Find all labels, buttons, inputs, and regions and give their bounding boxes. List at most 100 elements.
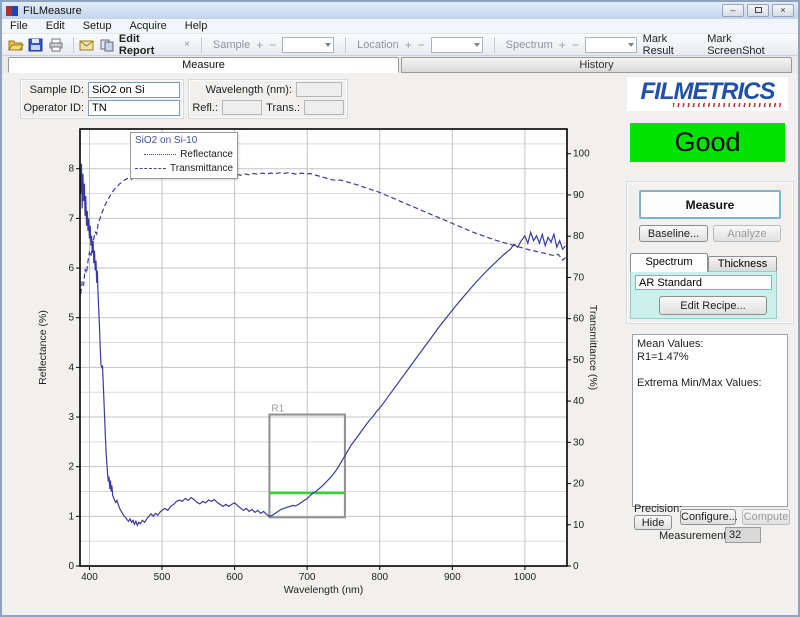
tab-spectrum[interactable]: Spectrum bbox=[630, 253, 708, 272]
compute-button[interactable]: Compute bbox=[742, 509, 790, 525]
measure-button[interactable]: Measure bbox=[639, 190, 781, 219]
results-panel: Mean Values: R1=1.47% Extrema Min/Max Va… bbox=[632, 334, 788, 507]
measurement-number-value: 32 bbox=[725, 527, 761, 543]
baseline-button[interactable]: Baseline... bbox=[639, 225, 708, 242]
y-right-tick-label: 30 bbox=[573, 437, 585, 448]
spectrum-chart: R101234567801020304050607080901004005006… bbox=[2, 73, 612, 617]
minimize-button[interactable]: – bbox=[722, 4, 744, 17]
y-right-tick-label: 40 bbox=[573, 396, 585, 407]
x-axis-title: Wavelength (nm) bbox=[284, 584, 364, 596]
y-right-tick-label: 60 bbox=[573, 314, 585, 325]
logo-text: FILMETRICS bbox=[641, 81, 775, 103]
y-left-tick-label: 5 bbox=[68, 313, 74, 324]
hide-button[interactable]: Hide bbox=[634, 515, 672, 530]
spectrum-remove-button[interactable]: − bbox=[572, 38, 579, 52]
open-file-icon[interactable] bbox=[8, 38, 24, 52]
chevron-down-icon bbox=[628, 43, 634, 47]
spectrum-add-button[interactable]: + bbox=[559, 38, 566, 52]
restore-button[interactable] bbox=[747, 4, 769, 17]
main-tab-bar: Measure History bbox=[2, 56, 798, 73]
restore-icon bbox=[755, 7, 762, 13]
y-left-tick-label: 2 bbox=[68, 462, 74, 473]
location-add-button[interactable]: + bbox=[405, 38, 412, 52]
y-right-tick-label: 90 bbox=[573, 190, 585, 201]
r1-region-label: R1 bbox=[271, 404, 284, 415]
tab-thickness[interactable]: Thickness bbox=[708, 256, 777, 272]
menu-setup[interactable]: Setup bbox=[83, 20, 112, 32]
x-tick-label: 400 bbox=[81, 572, 98, 583]
configure-button[interactable]: Configure... bbox=[680, 509, 736, 525]
edit-report-button[interactable]: Edit Report bbox=[119, 33, 178, 57]
recipe-name-input[interactable] bbox=[635, 275, 772, 290]
y-right-axis-title: Transmittance (%) bbox=[587, 305, 599, 390]
y-left-tick-label: 0 bbox=[68, 561, 74, 572]
y-left-tick-label: 4 bbox=[68, 362, 74, 373]
mean-value-r1: R1=1.47% bbox=[637, 351, 783, 364]
x-tick-label: 800 bbox=[371, 572, 388, 583]
print-icon[interactable] bbox=[48, 38, 64, 52]
report-icon[interactable] bbox=[79, 38, 95, 52]
x-tick-label: 1000 bbox=[514, 572, 537, 583]
legend-title: SiO2 on Si-10 bbox=[135, 135, 233, 146]
sample-combobox[interactable] bbox=[282, 37, 334, 53]
menu-edit[interactable]: Edit bbox=[46, 20, 65, 32]
logo-hatch-decoration bbox=[673, 103, 783, 107]
spectrum-label: Spectrum bbox=[506, 39, 553, 51]
copy-icon[interactable] bbox=[99, 38, 115, 52]
filmetrics-logo: FILMETRICS bbox=[627, 77, 788, 111]
reflectance-line-sample bbox=[144, 154, 176, 155]
y-left-axis-title: Reflectance (%) bbox=[37, 310, 49, 385]
toolbar-separator bbox=[345, 37, 346, 53]
tab-measure[interactable]: Measure bbox=[8, 57, 399, 73]
y-right-tick-label: 100 bbox=[573, 149, 590, 160]
y-right-tick-label: 20 bbox=[573, 479, 585, 490]
chevron-down-icon bbox=[474, 43, 480, 47]
sample-remove-button[interactable]: − bbox=[269, 38, 276, 52]
y-right-tick-label: 10 bbox=[573, 520, 585, 531]
status-badge: Good bbox=[630, 123, 785, 162]
mark-result-button[interactable]: Mark Result bbox=[643, 33, 702, 57]
toolbar: Edit Report × Sample + − Location + − Sp… bbox=[2, 34, 798, 56]
y-right-tick-label: 0 bbox=[573, 561, 579, 572]
edit-report-close-icon[interactable]: × bbox=[184, 39, 190, 50]
close-button[interactable]: × bbox=[772, 4, 794, 17]
x-tick-label: 700 bbox=[299, 572, 316, 583]
edit-recipe-button[interactable]: Edit Recipe... bbox=[659, 296, 767, 315]
legend-entry-transmittance: Transmittance bbox=[135, 163, 233, 174]
location-label: Location bbox=[357, 39, 399, 51]
location-remove-button[interactable]: − bbox=[418, 38, 425, 52]
sample-add-button[interactable]: + bbox=[256, 38, 263, 52]
precision-label: Precision: bbox=[634, 503, 682, 515]
x-tick-label: 600 bbox=[226, 572, 243, 583]
analyze-button[interactable]: Analyze bbox=[713, 225, 781, 242]
y-left-tick-label: 1 bbox=[68, 511, 74, 522]
toolbar-right-group: Edit Report × Sample + − Location + − Sp… bbox=[119, 33, 792, 57]
results-spacer bbox=[637, 364, 783, 377]
window-title: FILMeasure bbox=[23, 5, 719, 17]
mark-screenshot-button[interactable]: Mark ScreenShot bbox=[707, 33, 792, 57]
app-window: FILMeasure – × File Edit Setup Acquire H… bbox=[0, 0, 800, 617]
y-left-tick-label: 3 bbox=[68, 412, 74, 423]
menu-file[interactable]: File bbox=[10, 20, 28, 32]
sample-label: Sample bbox=[213, 39, 250, 51]
y-left-tick-label: 8 bbox=[68, 164, 74, 175]
toolbar-separator bbox=[73, 37, 74, 53]
measure-page: Sample ID: Operator ID: Wavelength (nm):… bbox=[2, 73, 798, 615]
y-right-tick-label: 50 bbox=[573, 355, 585, 366]
measurement-number-label: Measurement # bbox=[659, 530, 735, 542]
location-combobox[interactable] bbox=[431, 37, 483, 53]
menu-acquire[interactable]: Acquire bbox=[129, 20, 166, 32]
x-tick-label: 900 bbox=[444, 572, 461, 583]
save-icon[interactable] bbox=[28, 38, 44, 52]
transmittance-line-sample bbox=[135, 168, 166, 169]
y-left-tick-label: 7 bbox=[68, 213, 74, 224]
spectrum-combobox[interactable] bbox=[585, 37, 637, 53]
app-icon bbox=[6, 6, 19, 16]
x-tick-label: 500 bbox=[154, 572, 171, 583]
toolbar-separator bbox=[201, 37, 202, 53]
chart-legend: SiO2 on Si-10 Reflectance Transmittance bbox=[130, 132, 238, 179]
y-right-tick-label: 80 bbox=[573, 231, 585, 242]
menu-help[interactable]: Help bbox=[185, 20, 208, 32]
tab-history[interactable]: History bbox=[401, 57, 792, 73]
legend-entry-reflectance: Reflectance bbox=[135, 149, 233, 160]
